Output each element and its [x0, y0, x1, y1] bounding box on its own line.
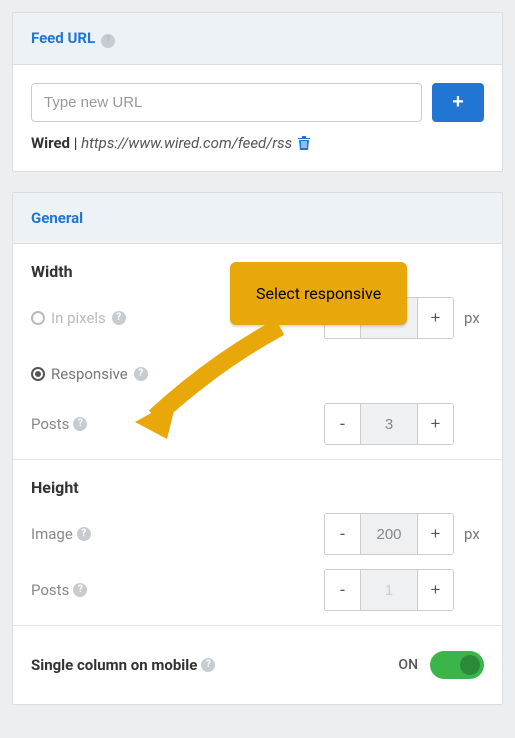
single-column-row: Single column on mobile ? ON: [31, 644, 484, 686]
unit-label: px: [464, 309, 484, 327]
height-image-value[interactable]: [361, 514, 417, 554]
arrow-icon: [125, 302, 295, 442]
help-icon[interactable]: ?: [201, 658, 215, 672]
height-heading: Height: [31, 478, 484, 497]
unit-spacer: [464, 581, 484, 599]
width-posts-value[interactable]: [361, 404, 417, 444]
stepper-group: - +: [324, 569, 454, 611]
unit-spacer: [464, 415, 484, 433]
general-header: General: [13, 193, 502, 244]
feed-entry-url: https://www.wired.com/feed/rss: [81, 134, 292, 152]
stepper-group: - +: [324, 403, 454, 445]
height-image-row: Image ? - + px: [31, 513, 484, 555]
decrement-button[interactable]: -: [325, 514, 361, 554]
radio-selected-icon: [31, 367, 45, 381]
radio-unselected-icon: [31, 311, 45, 325]
toggle-state-text: ON: [398, 657, 418, 673]
radio-responsive-label: Responsive: [51, 365, 128, 383]
help-icon[interactable]: ?: [73, 417, 87, 431]
url-input[interactable]: [31, 83, 422, 122]
divider: [13, 459, 502, 460]
feed-url-title: Feed URL: [31, 29, 95, 47]
add-url-button[interactable]: +: [432, 83, 484, 122]
height-posts-stepper: - +: [324, 569, 484, 611]
feed-entry-separator: |: [70, 134, 81, 152]
general-title: General: [31, 209, 83, 227]
increment-button[interactable]: +: [417, 298, 453, 338]
decrement-button[interactable]: -: [325, 404, 361, 444]
callout-text: Select responsive: [256, 284, 381, 303]
stepper-group: - +: [324, 513, 454, 555]
divider: [13, 625, 502, 626]
plus-icon: +: [452, 91, 464, 114]
width-posts-stepper: - +: [324, 403, 484, 445]
single-column-label: Single column on mobile ?: [31, 656, 215, 674]
help-icon[interactable]: ?: [73, 583, 87, 597]
height-image-stepper: - + px: [324, 513, 484, 555]
width-posts-label: Posts ?: [31, 415, 87, 433]
height-posts-value[interactable]: [361, 570, 417, 610]
help-icon[interactable]: ?: [101, 34, 115, 48]
radio-in-pixels-label: In pixels: [51, 309, 106, 327]
feed-entry-title: Wired: [31, 134, 70, 152]
single-column-toggle-group: ON: [398, 651, 484, 679]
help-icon[interactable]: ?: [112, 311, 126, 325]
feed-url-panel: Feed URL ? + Wired | https://www.wired.c…: [12, 12, 503, 172]
feed-url-body: + Wired | https://www.wired.com/feed/rss: [13, 65, 502, 171]
url-input-row: +: [31, 83, 484, 122]
feed-entry: Wired | https://www.wired.com/feed/rss: [31, 134, 484, 153]
height-posts-row: Posts ? - +: [31, 569, 484, 611]
unit-label: px: [464, 525, 484, 543]
single-column-toggle[interactable]: [430, 651, 484, 679]
height-posts-label: Posts ?: [31, 581, 87, 599]
radio-in-pixels[interactable]: In pixels ?: [31, 309, 126, 327]
height-image-label: Image ?: [31, 525, 91, 543]
increment-button[interactable]: +: [417, 514, 453, 554]
help-icon[interactable]: ?: [77, 527, 91, 541]
feed-url-header: Feed URL ?: [13, 13, 502, 65]
increment-button[interactable]: +: [417, 570, 453, 610]
increment-button[interactable]: +: [417, 404, 453, 444]
trash-icon[interactable]: [297, 134, 311, 153]
decrement-button[interactable]: -: [325, 570, 361, 610]
